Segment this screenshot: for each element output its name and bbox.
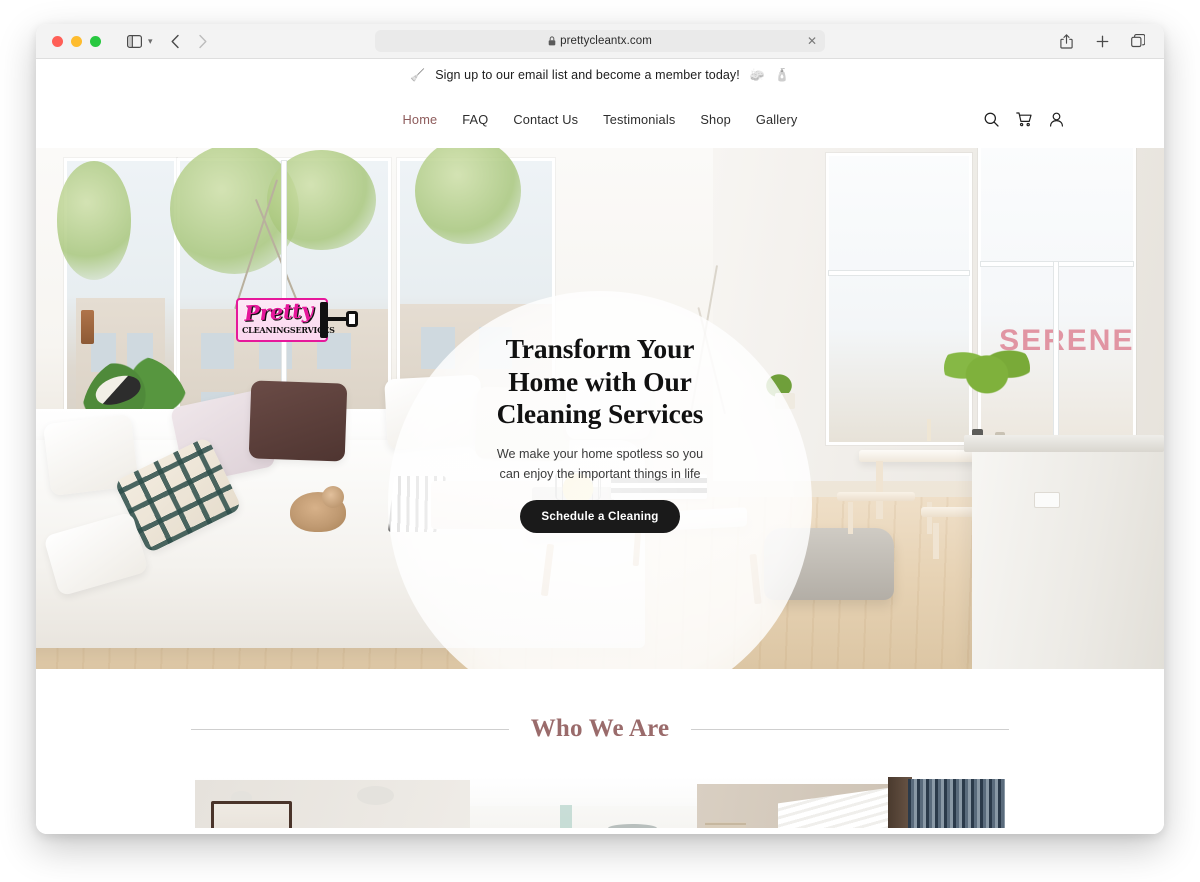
toolbar-right-group	[1054, 30, 1152, 52]
logo-script-text: Pretty	[243, 297, 314, 326]
maximize-window-button[interactable]	[90, 35, 101, 47]
browser-window: ▾ prettycleantx.com ✕ 🧹 Sign up to our e…	[36, 24, 1164, 834]
lock-icon	[548, 36, 556, 46]
announcement-text: Sign up to our email list and become a m…	[435, 67, 740, 82]
hero-subtitle-line-1: We make your home spotless so you	[496, 447, 704, 462]
tab-overview-icon[interactable]	[1126, 30, 1150, 52]
nav-item-home[interactable]: Home	[403, 112, 438, 127]
page-bottom-edge	[36, 828, 1164, 834]
close-window-button[interactable]	[52, 35, 63, 47]
url-text: prettycleantx.com	[560, 35, 652, 47]
paint-roller-icon	[320, 302, 328, 338]
window-controls[interactable]	[52, 35, 101, 47]
nav-item-shop[interactable]: Shop	[700, 112, 731, 127]
nav-item-gallery[interactable]: Gallery	[756, 112, 798, 127]
rabbit-decor	[289, 485, 346, 532]
sponge-icon: 🧽	[749, 67, 765, 82]
who-we-are-image	[195, 777, 1005, 834]
hero-title-line-3: Cleaning Services	[496, 398, 704, 430]
schedule-a-cleaning-button[interactable]: Schedule a Cleaning	[520, 500, 680, 534]
sidebar-icon[interactable]	[122, 30, 146, 52]
hero-subtitle-line-2: can enjoy the important things in life	[499, 466, 701, 481]
hero-content: Transform Your Home with Our Cleaning Se…	[435, 333, 765, 534]
who-we-are-title: Who We Are	[530, 715, 670, 742]
hero-title: Transform Your Home with Our Cleaning Se…	[435, 333, 765, 431]
who-we-are-section: Who We Are	[36, 669, 1164, 834]
announcement-bar: 🧹 Sign up to our email list and become a…	[36, 59, 1164, 90]
broom-icon: 🧹	[410, 67, 426, 82]
minimize-window-button[interactable]	[71, 35, 82, 47]
close-icon[interactable]: ✕	[807, 35, 817, 47]
back-button[interactable]	[164, 30, 188, 52]
search-icon[interactable]	[984, 112, 999, 127]
toolbar-left-group: ▾	[122, 30, 215, 52]
page-viewport: 🧹 Sign up to our email list and become a…	[36, 59, 1164, 834]
soap-icon: 🧴	[774, 67, 790, 82]
nav-icons	[984, 111, 1064, 127]
browser-toolbar: ▾ prettycleantx.com ✕	[36, 24, 1164, 59]
site-logo[interactable]: Pretty CLEANINGSERVICES	[236, 296, 358, 344]
cart-icon[interactable]	[1016, 111, 1032, 127]
hero-title-line-2: Home with Our	[508, 365, 692, 397]
new-tab-icon[interactable]	[1090, 30, 1114, 52]
hero-section: SERENE Transform Your Home with Our Clea…	[36, 148, 1164, 669]
forward-button[interactable]	[191, 30, 215, 52]
site-navigation: Home FAQ Contact Us Testimonials Shop Ga…	[36, 90, 1164, 148]
who-we-are-heading-row: Who We Are	[36, 715, 1164, 743]
address-bar[interactable]: prettycleantx.com ✕	[375, 30, 825, 52]
nav-item-contact-us[interactable]: Contact Us	[513, 112, 578, 127]
divider-left	[190, 728, 509, 730]
hero-title-line-1: Transform Your	[505, 333, 695, 364]
paint-roller-head	[346, 311, 358, 327]
chevron-down-icon[interactable]: ▾	[148, 36, 153, 47]
share-icon[interactable]	[1054, 30, 1078, 52]
nav-item-faq[interactable]: FAQ	[462, 112, 488, 127]
hero-subtitle: We make your home spotless so you can en…	[435, 445, 765, 484]
divider-right	[691, 728, 1010, 730]
nav-item-testimonials[interactable]: Testimonials	[603, 112, 675, 127]
account-icon[interactable]	[1049, 112, 1064, 127]
